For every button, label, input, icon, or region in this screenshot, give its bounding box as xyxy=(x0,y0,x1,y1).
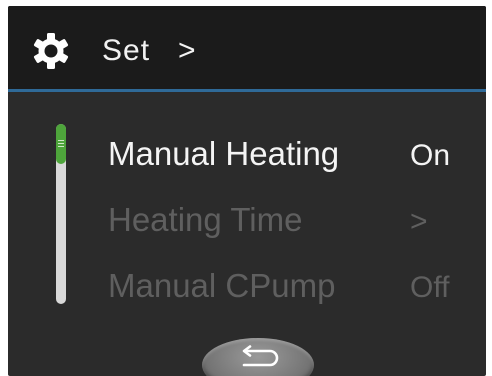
menu-item-value: Off xyxy=(410,271,450,304)
header-chevron-icon: > xyxy=(178,34,196,67)
menu-item-manual-cpump[interactable]: Manual CPump Off xyxy=(8,266,486,316)
return-arrow-icon xyxy=(242,345,279,367)
menu-item-manual-heating[interactable]: Manual Heating On xyxy=(8,134,486,184)
menu-item-label: Heating Time xyxy=(108,201,303,238)
menu-item-label: Manual CPump xyxy=(108,267,336,304)
display-screen: Set > Manual Heating On Heating Time > M… xyxy=(8,6,486,376)
back-button[interactable] xyxy=(202,338,314,376)
header-title: Set xyxy=(102,34,151,67)
menu-item-heating-time[interactable]: Heating Time > xyxy=(8,200,486,250)
menu-item-label: Manual Heating xyxy=(108,135,340,172)
chevron-right-icon: > xyxy=(410,205,428,238)
gear-icon xyxy=(33,33,69,69)
menu-item-value: On xyxy=(410,139,451,172)
header-bar: Set > xyxy=(8,6,486,92)
